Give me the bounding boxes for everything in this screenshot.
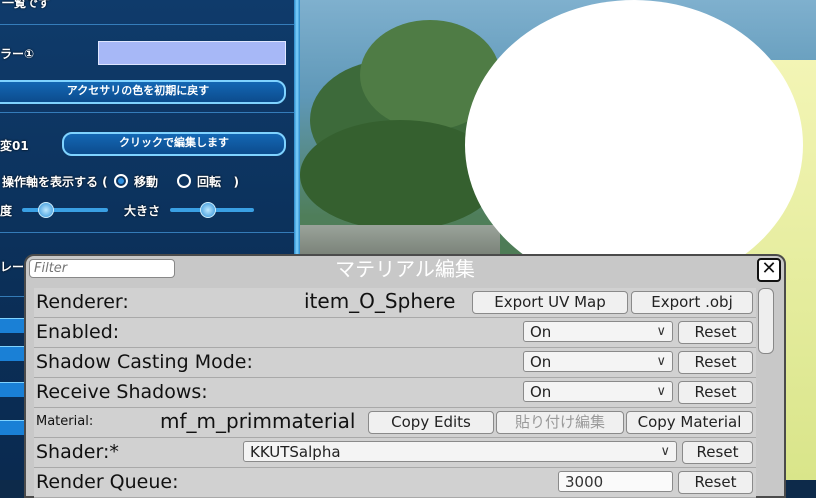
copy-edits-button[interactable]: Copy Edits [368,411,494,434]
enabled-reset-button[interactable]: Reset [678,321,753,344]
show-axis-label: 操作軸を表示する ( [2,175,108,189]
renderer-label: Renderer: [36,291,129,313]
show-axis-row: 操作軸を表示する ( 移動 回転 ) [2,173,239,190]
speed-slider-handle[interactable] [38,202,54,218]
rotate-label: 回転 [196,175,221,189]
chevron-down-icon: ∨ [656,354,666,369]
shadow-casting-dropdown[interactable]: On ∨ [523,351,673,372]
render-queue-input[interactable]: 3000 [558,471,673,492]
move-radio[interactable] [113,174,128,188]
shader-label: Shader:* [36,441,119,463]
enabled-value: On [530,323,552,341]
paste-edits-button[interactable]: 貼り付け編集 [496,411,624,434]
divider [0,112,294,113]
shadow-casting-value: On [530,353,552,371]
shadow-casting-label: Shadow Casting Mode: [36,351,253,373]
material-editor-window: マテリアル編集 ✕ Renderer: item_O_Sphere Export… [24,254,786,498]
renderer-value: item_O_Sphere [304,289,456,313]
receive-shadows-value: On [530,383,552,401]
click-to-edit-button[interactable]: クリックで編集します [62,132,286,156]
shader-reset-button[interactable]: Reset [682,441,753,464]
enabled-dropdown[interactable]: On ∨ [523,321,673,342]
chevron-down-icon: ∨ [656,384,666,399]
chevron-down-icon: ∨ [656,324,666,339]
material-row: Material: mf_m_primmaterial Copy Edits 貼… [34,408,756,438]
receive-shadows-reset-button[interactable]: Reset [678,381,753,404]
reset-accessory-color-button[interactable]: アクセサリの色を初期に戻す [0,80,286,104]
divider [0,232,294,233]
export-obj-button[interactable]: Export .obj [631,291,753,314]
shadow-casting-row: Shadow Casting Mode: On ∨ Reset [34,348,756,378]
edit-label: 変01 [0,139,29,153]
shader-row: Shader:* KKUTSalpha ∨ Reset [34,438,756,468]
copy-material-button[interactable]: Copy Material [626,411,753,434]
enabled-label: Enabled: [36,321,120,343]
close-button[interactable]: ✕ [757,258,781,282]
property-list: Renderer: item_O_Sphere Export UV Map Ex… [34,288,756,498]
filter-input[interactable] [29,259,175,278]
color-label: ラー① [0,47,35,61]
divider [0,24,294,25]
material-value: mf_m_primmaterial [160,409,356,433]
render-queue-row: Render Queue: 3000 Reset [34,468,756,498]
render-queue-label: Render Queue: [36,471,179,493]
title-bar[interactable]: マテリアル編集 ✕ [26,256,784,282]
export-uv-map-button[interactable]: Export UV Map [472,291,628,314]
renderer-row: Renderer: item_O_Sphere Export UV Map Ex… [34,288,756,318]
panel-header-text: 一覧です [2,0,51,10]
size-slider-handle[interactable] [200,202,216,218]
speed-slider[interactable] [22,208,108,212]
chevron-down-icon: ∨ [660,444,670,459]
material-label: Material: [36,414,94,429]
shader-value: KKUTSalpha [250,443,341,461]
size-label: 大きさ [124,204,161,218]
shadow-casting-reset-button[interactable]: Reset [678,351,753,374]
receive-shadows-dropdown[interactable]: On ∨ [523,381,673,402]
receive-shadows-row: Receive Shadows: On ∨ Reset [34,378,756,408]
speed-label: 度 [0,204,13,218]
rotate-radio[interactable] [176,174,191,188]
receive-shadows-label: Receive Shadows: [36,381,208,403]
row-label: レー [0,260,25,274]
move-label: 移動 [134,175,159,189]
render-queue-reset-button[interactable]: Reset [678,471,753,494]
enabled-row: Enabled: On ∨ Reset [34,318,756,348]
white-sphere-object[interactable] [465,0,803,290]
vertical-scrollbar[interactable] [758,288,774,354]
shader-dropdown[interactable]: KKUTSalpha ∨ [243,441,677,462]
accessory-color-swatch[interactable] [98,41,286,65]
close-paren: ) [233,175,240,189]
